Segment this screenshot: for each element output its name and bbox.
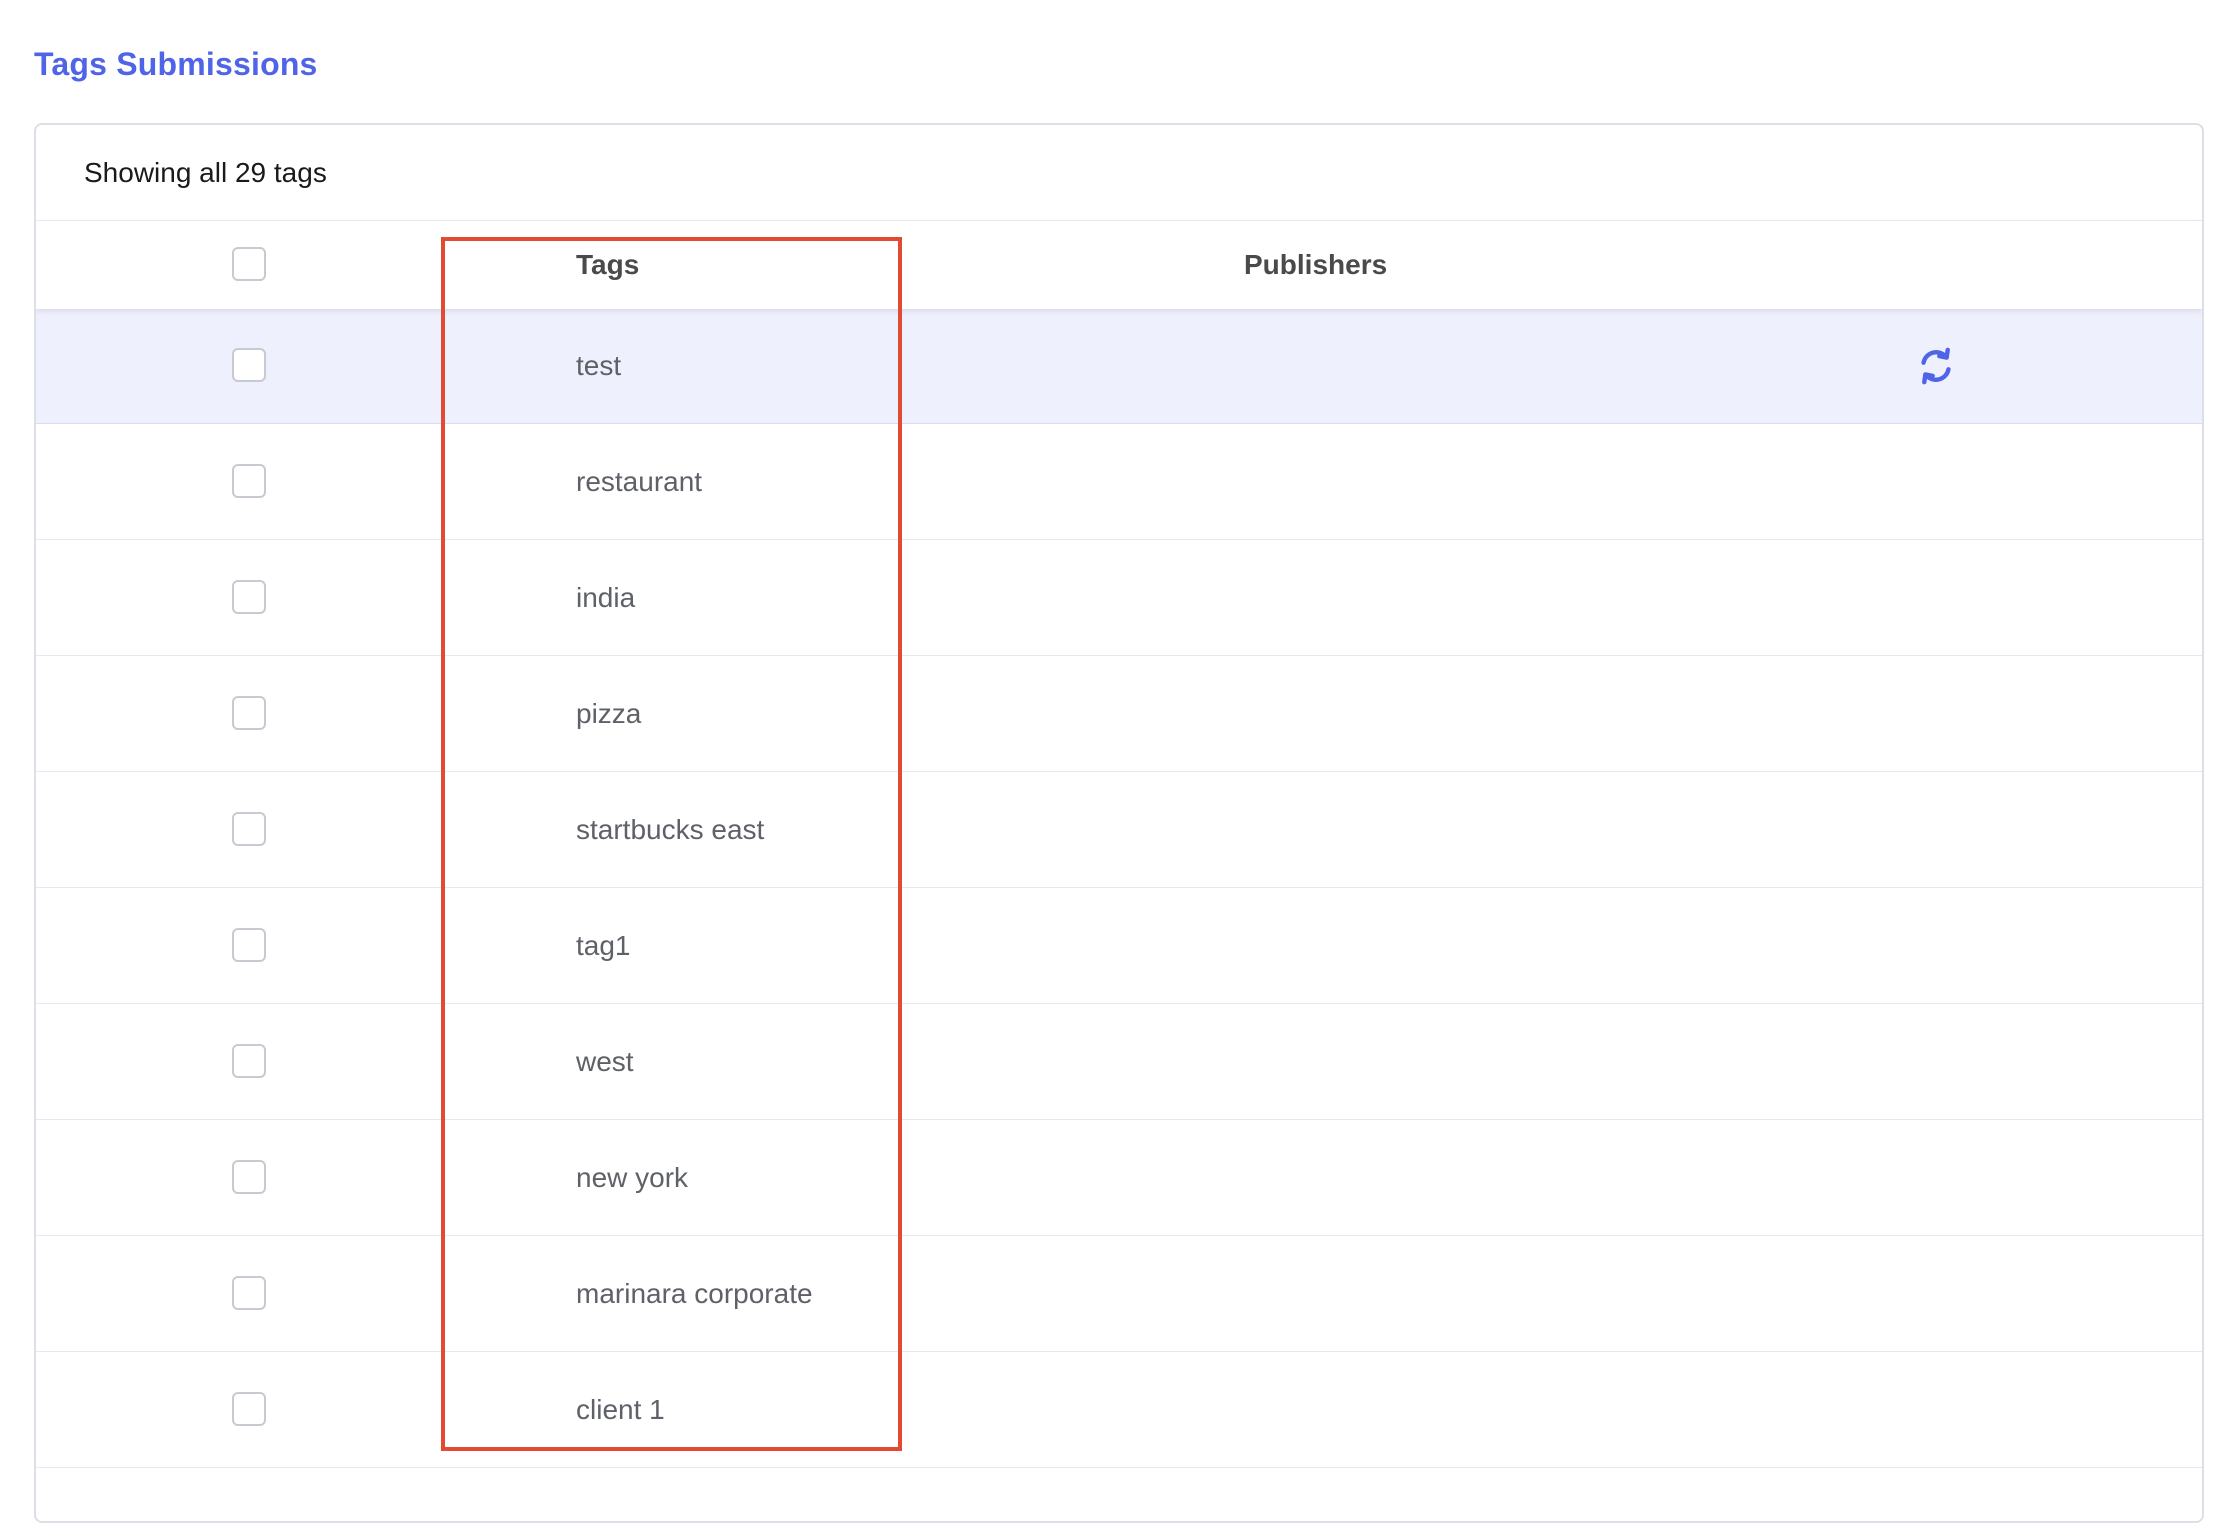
table-row[interactable]: startbucks east	[36, 772, 2202, 888]
tag-name: new york	[576, 1162, 689, 1193]
table-row[interactable]: restaurant	[36, 424, 2202, 540]
table-row[interactable]: tag1	[36, 888, 2202, 1004]
row-checkbox[interactable]	[232, 348, 266, 382]
table-row[interactable]: india	[36, 540, 2202, 656]
tag-name: tag1	[576, 930, 631, 961]
table-row[interactable]: marinara corporate	[36, 1236, 2202, 1352]
row-checkbox[interactable]	[232, 580, 266, 614]
tag-name: test	[576, 350, 622, 381]
page-title: Tags Submissions	[34, 46, 318, 82]
column-header-publishers[interactable]: Publishers	[1244, 221, 1387, 309]
tag-name: marinara corporate	[576, 1278, 813, 1309]
row-checkbox[interactable]	[232, 1160, 266, 1194]
table-row[interactable]: client 1	[36, 1352, 2202, 1468]
tags-table-panel: Showing all 29 tags Tags Publishers test…	[34, 123, 2204, 1523]
sync-icon	[1921, 347, 1951, 385]
table-body: test restaurant india pizza startbucks e…	[36, 308, 2202, 1468]
table-row[interactable]: pizza	[36, 656, 2202, 772]
table-header: Tags Publishers	[36, 220, 2202, 309]
table-row[interactable]: new york	[36, 1120, 2202, 1236]
select-all-checkbox[interactable]	[232, 247, 266, 281]
tag-name: startbucks east	[576, 814, 765, 845]
tag-name: restaurant	[576, 466, 703, 497]
tag-name: west	[576, 1046, 634, 1077]
row-checkbox[interactable]	[232, 464, 266, 498]
row-checkbox[interactable]	[232, 812, 266, 846]
tag-name: client 1	[576, 1394, 665, 1425]
results-summary: Showing all 29 tags	[84, 157, 327, 188]
table-row[interactable]: test	[36, 308, 2202, 424]
row-checkbox[interactable]	[232, 928, 266, 962]
row-checkbox[interactable]	[232, 1276, 266, 1310]
row-checkbox[interactable]	[232, 1044, 266, 1078]
tag-name: pizza	[576, 698, 642, 729]
table-row[interactable]: west	[36, 1004, 2202, 1120]
column-header-tags[interactable]: Tags	[576, 221, 639, 309]
row-checkbox[interactable]	[232, 696, 266, 730]
sync-button[interactable]	[1914, 344, 1958, 388]
row-checkbox[interactable]	[232, 1392, 266, 1426]
tag-name: india	[576, 582, 636, 613]
